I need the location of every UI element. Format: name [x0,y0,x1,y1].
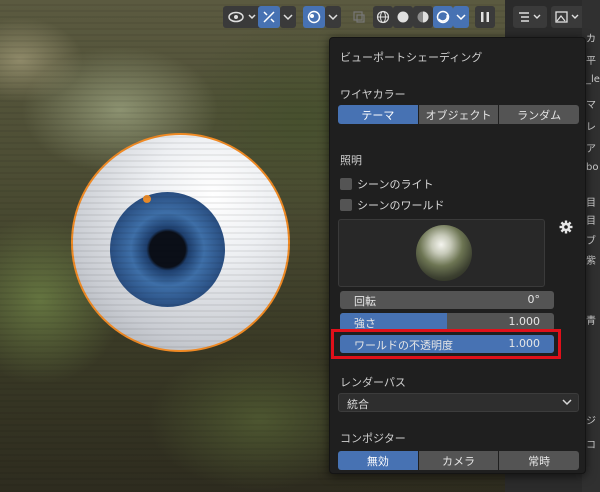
rendered-sphere-icon [436,10,450,24]
pause-icon [481,12,489,22]
properties-item[interactable]: 青 [586,312,596,327]
scene-lights-label: シーンのライト [357,178,434,191]
pause-render-button[interactable] [475,6,495,28]
compositor-camera-option[interactable]: カメラ [418,451,500,470]
scene-lights-checkbox[interactable]: シーンのライト [340,176,433,192]
xray-toggle[interactable] [349,6,369,28]
outliner-item[interactable]: 目 [586,194,596,209]
solid-sphere-icon [397,11,409,23]
outliner-item[interactable]: bo [586,162,598,173]
gear-icon[interactable] [559,220,573,234]
checkbox-box[interactable] [340,199,352,211]
chevron-down-icon [283,14,293,21]
compositor-selector: 無効 カメラ 常時 [338,451,580,470]
wire-color-random-option[interactable]: ランダム [499,105,580,124]
eyeball-iris [110,192,225,307]
object-origin-dot [143,195,151,203]
chevron-down-icon [562,399,572,406]
properties-item[interactable]: ジ [586,412,596,427]
outliner-item[interactable]: ブ [586,232,596,247]
scene-world-label: シーンのワールド [357,199,445,212]
scene-world-checkbox[interactable]: シーンのワールド [340,197,444,213]
image-menu-button[interactable] [551,6,585,28]
compositor-disabled-option[interactable]: 無効 [338,451,419,470]
wire-color-label: ワイヤカラー [340,88,406,101]
wire-color-object-option[interactable]: オブジェクト [418,105,500,124]
hdri-sphere-preview [416,225,472,281]
wireframe-sphere-icon [376,10,390,24]
chevron-down-icon [456,14,466,21]
render-pass-label: レンダーパス [340,376,406,389]
checkbox-box[interactable] [340,178,352,190]
outliner-item[interactable]: マ [586,96,596,111]
rotation-value: 0° [527,293,541,306]
visibility-toggle[interactable] [223,6,263,28]
popover-title: ビューポートシェーディング [340,51,483,64]
compositor-always-option[interactable]: 常時 [499,451,580,470]
eyeball-object[interactable] [71,133,290,352]
viewport-shading-popover: ビューポートシェーディング ワイヤカラー テーマ オブジェクト ランダム 照明 … [329,37,586,474]
shading-dropdown[interactable] [453,6,469,28]
outliner-item[interactable]: カ [586,30,596,45]
shading-material-button[interactable] [413,6,433,28]
gizmo-toggle[interactable] [258,6,280,28]
outliner-item[interactable]: 目 [586,212,596,227]
render-pass-dropdown[interactable]: 統合 [338,393,579,412]
gizmo-dropdown[interactable] [280,6,296,28]
gizmo-icon [263,11,275,23]
render-pass-value: 統合 [347,398,369,411]
strength-value: 1.000 [508,315,541,328]
shading-wireframe-button[interactable] [373,6,393,28]
xray-icon [353,11,365,23]
compositor-label: コンポジター [340,432,406,445]
rotation-label: 回転 [354,295,376,308]
outliner-display-icon [519,12,541,22]
eye-icon [228,11,256,23]
outliner-item[interactable]: ア [586,140,596,155]
overlay-icon [307,10,321,24]
shading-solid-button[interactable] [393,6,413,28]
wire-color-selector: テーマ オブジェクト ランダム [338,105,580,124]
overlay-dropdown[interactable] [325,6,341,28]
outliner-item[interactable]: 紫 [586,252,596,267]
annotation-highlight-box [331,329,561,359]
chevron-down-icon [328,14,338,21]
outliner-item[interactable]: レ [586,118,596,133]
hdri-preview[interactable] [338,219,545,287]
overlay-toggle[interactable] [303,6,325,28]
material-sphere-icon [417,11,429,23]
image-icon [555,11,579,23]
outliner-filter-button[interactable] [513,6,547,28]
outliner-item[interactable]: 平 [586,52,596,67]
lighting-label: 照明 [340,154,362,167]
properties-item[interactable]: コ [586,436,596,451]
wire-color-theme-option[interactable]: テーマ [338,105,419,124]
outliner-item[interactable]: _le [586,74,600,85]
shading-rendered-button[interactable] [433,6,453,28]
rotation-slider[interactable]: 回転 0° [340,291,554,309]
